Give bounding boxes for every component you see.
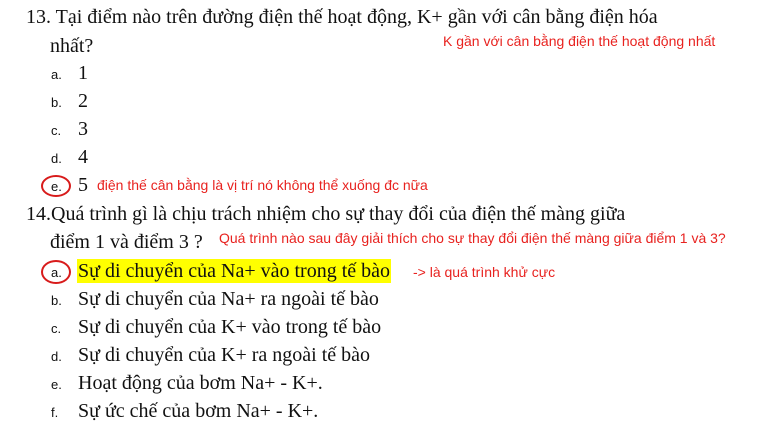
q13-option-a-letter: a.	[51, 67, 62, 82]
q13-title-line2: nhất?	[50, 35, 94, 57]
q13-option-d-letter: d.	[51, 151, 62, 166]
q14-option-b-letter: b.	[51, 293, 62, 308]
q14-option-e-text[interactable]: Hoạt động của bơm Na+ - K+.	[78, 371, 323, 395]
q13-option-e-annotation: điện thế cân bằng là vị trí nó không thể…	[97, 177, 428, 193]
q14-option-a-text[interactable]: Sự di chuyển của Na+ vào trong tế bào	[77, 259, 392, 283]
q14-option-c-text[interactable]: Sự di chuyển của K+ vào trong tế bào	[78, 315, 381, 339]
q14-option-b-text[interactable]: Sự di chuyển của Na+ ra ngoài tế bào	[78, 287, 379, 311]
q14-option-e-letter: e.	[51, 377, 62, 392]
q14-annotation: Quá trình nào sau đây giải thích cho sự …	[219, 230, 726, 246]
q13-option-d-text[interactable]: 4	[78, 145, 88, 169]
q13-option-e-text[interactable]: 5	[78, 173, 88, 197]
q14-option-f-text[interactable]: Sự ức chế của bơm Na+ - K+.	[78, 399, 318, 423]
q13-option-b-text[interactable]: 2	[78, 89, 88, 113]
q14-title-line2: điểm 1 và điểm 3 ?	[50, 231, 203, 253]
q13-option-e-letter: e.	[51, 179, 62, 194]
q14-option-c-letter: c.	[51, 321, 62, 336]
q14-option-a-letter: a.	[51, 265, 62, 280]
q13-option-c-text[interactable]: 3	[78, 117, 88, 141]
q14-option-f-letter: f.	[51, 405, 59, 420]
q14-title-line1: 14.Quá trình gì là chịu trách nhiệm cho …	[26, 203, 626, 225]
q14-option-d-text[interactable]: Sự di chuyển của K+ ra ngoài tế bào	[78, 343, 370, 367]
q13-option-c-letter: c.	[51, 123, 62, 138]
q13-option-a-text[interactable]: 1	[78, 61, 88, 85]
q13-option-b-letter: b.	[51, 95, 62, 110]
q14-option-a-annotation: -> là quá trình khử cực	[413, 264, 556, 280]
q13-annotation: K gần với cân bằng điện thế hoạt động nh…	[443, 33, 716, 49]
q13-title-line1: 13. Tại điểm nào trên đường điện thế hoạ…	[26, 6, 658, 28]
q14-option-d-letter: d.	[51, 349, 62, 364]
